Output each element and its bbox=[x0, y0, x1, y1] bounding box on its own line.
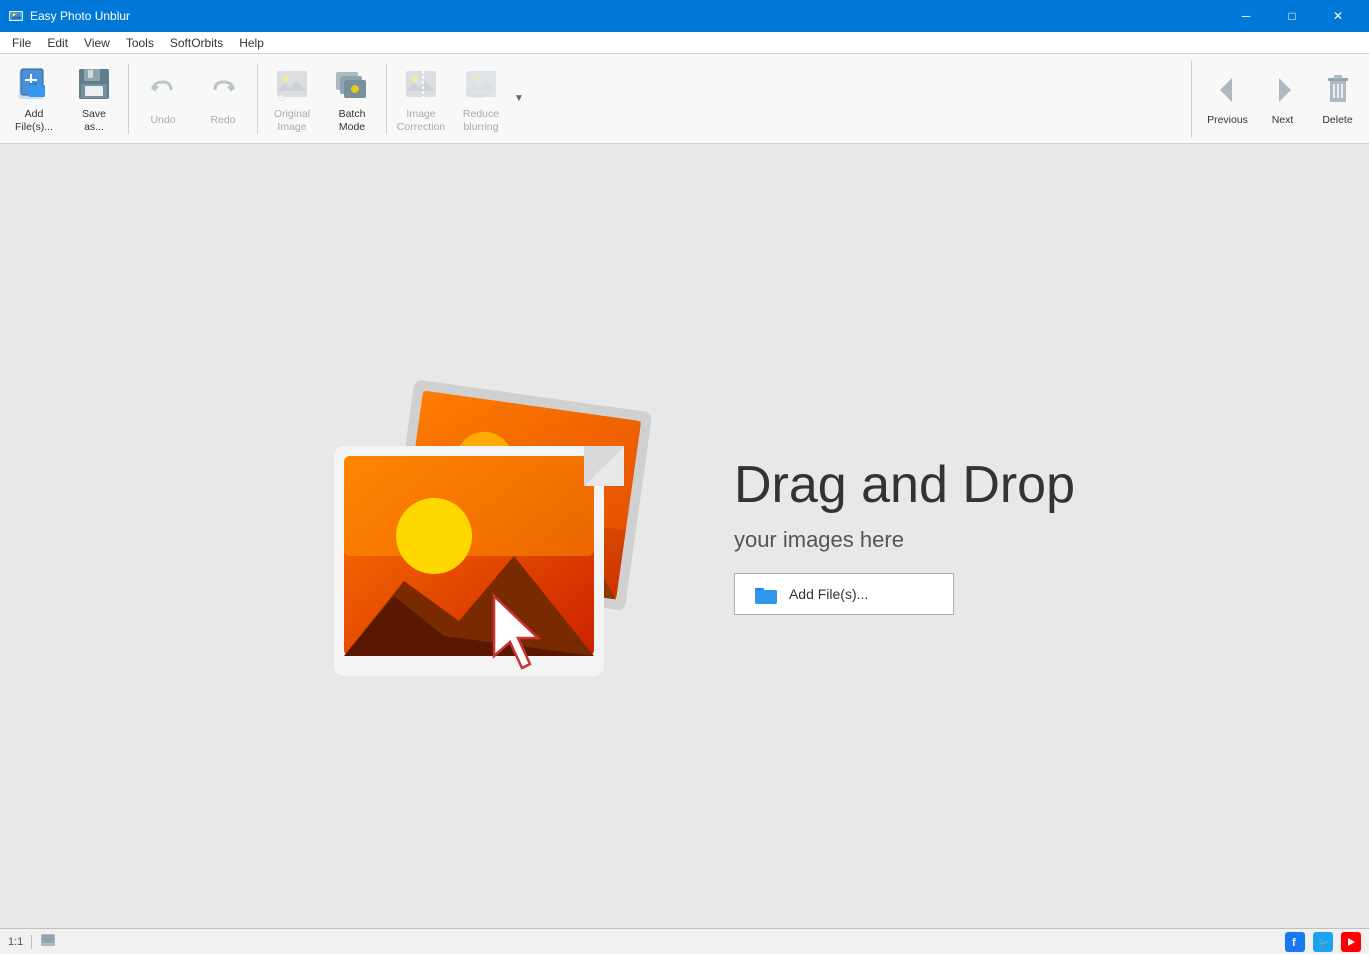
menu-softorbits[interactable]: SoftOrbits bbox=[162, 34, 231, 52]
app-icon bbox=[8, 8, 24, 24]
add-files-btn-label: Add File(s)... bbox=[789, 586, 868, 602]
next-toolbar-button[interactable]: Next bbox=[1255, 60, 1310, 138]
image-correction-icon bbox=[401, 64, 441, 104]
undo-icon bbox=[143, 70, 183, 110]
status-bar: 1:1 f 🐦 bbox=[0, 928, 1369, 954]
original-image-icon: 🕐 bbox=[272, 64, 312, 104]
save-as-toolbar-button[interactable]: Saveas... bbox=[64, 59, 124, 138]
reduce-blurring-icon: ~blur~ bbox=[461, 64, 501, 104]
title-bar: Easy Photo Unblur ─ □ ✕ bbox=[0, 0, 1369, 32]
add-files-icon bbox=[14, 64, 54, 104]
previous-icon bbox=[1208, 70, 1248, 110]
toolbar-separator-3 bbox=[386, 64, 387, 134]
toolbar: AddFile(s)... Saveas... Undo bbox=[0, 54, 1369, 144]
menu-file[interactable]: File bbox=[4, 34, 39, 52]
youtube-icon[interactable] bbox=[1341, 932, 1361, 952]
svg-text:🕐: 🕐 bbox=[278, 94, 286, 102]
minimize-button[interactable]: ─ bbox=[1223, 0, 1269, 32]
toolbar-expand-button[interactable]: ▼ bbox=[511, 64, 527, 134]
svg-text:~blur~: ~blur~ bbox=[467, 91, 490, 100]
zoom-level: 1:1 bbox=[8, 936, 23, 948]
undo-toolbar-button[interactable]: Undo bbox=[133, 60, 193, 138]
drag-drop-title: Drag and Drop bbox=[734, 457, 1075, 514]
drop-zone-svg bbox=[294, 346, 674, 726]
image-correction-toolbar-button[interactable]: ImageCorrection bbox=[391, 59, 451, 138]
app-title: Easy Photo Unblur bbox=[30, 9, 130, 23]
original-image-toolbar-button[interactable]: 🕐 OriginalImage bbox=[262, 59, 322, 138]
original-image-label: OriginalImage bbox=[274, 108, 310, 133]
next-icon bbox=[1263, 70, 1303, 110]
delete-toolbar-button[interactable]: Delete bbox=[1310, 60, 1365, 138]
batch-mode-icon bbox=[332, 64, 372, 104]
title-bar-left: Easy Photo Unblur bbox=[8, 8, 130, 24]
svg-text:f: f bbox=[1292, 937, 1296, 948]
redo-toolbar-button[interactable]: Redo bbox=[193, 60, 253, 138]
drop-illustration bbox=[294, 346, 674, 726]
drag-drop-subtitle: your images here bbox=[734, 527, 904, 553]
previous-label: Previous bbox=[1207, 114, 1248, 127]
save-as-label: Saveas... bbox=[82, 108, 106, 133]
drop-zone-area: Drag and Drop your images here Add File(… bbox=[294, 346, 1075, 726]
undo-label: Undo bbox=[150, 114, 175, 127]
image-correction-label: ImageCorrection bbox=[397, 108, 445, 133]
toolbar-separator-2 bbox=[257, 64, 258, 134]
add-files-toolbar-button[interactable]: AddFile(s)... bbox=[4, 59, 64, 138]
status-icon bbox=[40, 932, 56, 951]
toolbar-right: Previous Next D bbox=[1191, 60, 1365, 138]
maximize-button[interactable]: □ bbox=[1269, 0, 1315, 32]
next-label: Next bbox=[1272, 114, 1294, 127]
save-icon bbox=[74, 64, 114, 104]
close-button[interactable]: ✕ bbox=[1315, 0, 1361, 32]
menu-help[interactable]: Help bbox=[231, 34, 272, 52]
status-right: f 🐦 bbox=[1285, 932, 1361, 952]
delete-label: Delete bbox=[1322, 114, 1352, 127]
main-content: Drag and Drop your images here Add File(… bbox=[0, 144, 1369, 928]
drop-content: Drag and Drop your images here Add File(… bbox=[734, 457, 1075, 614]
facebook-icon[interactable]: f bbox=[1285, 932, 1305, 952]
menu-view[interactable]: View bbox=[76, 34, 118, 52]
twitter-icon[interactable]: 🐦 bbox=[1313, 932, 1333, 952]
svg-text:🐦: 🐦 bbox=[1318, 938, 1329, 948]
menu-tools[interactable]: Tools bbox=[118, 34, 162, 52]
previous-toolbar-button[interactable]: Previous bbox=[1200, 60, 1255, 138]
batch-mode-toolbar-button[interactable]: BatchMode bbox=[322, 59, 382, 138]
add-files-label: AddFile(s)... bbox=[15, 108, 53, 133]
add-files-button[interactable]: Add File(s)... bbox=[734, 573, 954, 615]
menu-bar: File Edit View Tools SoftOrbits Help bbox=[0, 32, 1369, 54]
redo-label: Redo bbox=[210, 114, 235, 127]
redo-icon bbox=[203, 70, 243, 110]
title-bar-controls: ─ □ ✕ bbox=[1223, 0, 1361, 32]
menu-edit[interactable]: Edit bbox=[39, 34, 76, 52]
status-left: 1:1 bbox=[8, 932, 56, 951]
delete-icon bbox=[1318, 70, 1358, 110]
reduce-blurring-toolbar-button[interactable]: ~blur~ Reduceblurring bbox=[451, 59, 511, 138]
folder-icon bbox=[755, 584, 779, 604]
batch-mode-label: BatchMode bbox=[339, 108, 366, 133]
status-divider bbox=[31, 935, 32, 949]
reduce-blurring-label: Reduceblurring bbox=[463, 108, 499, 133]
toolbar-separator-1 bbox=[128, 64, 129, 134]
